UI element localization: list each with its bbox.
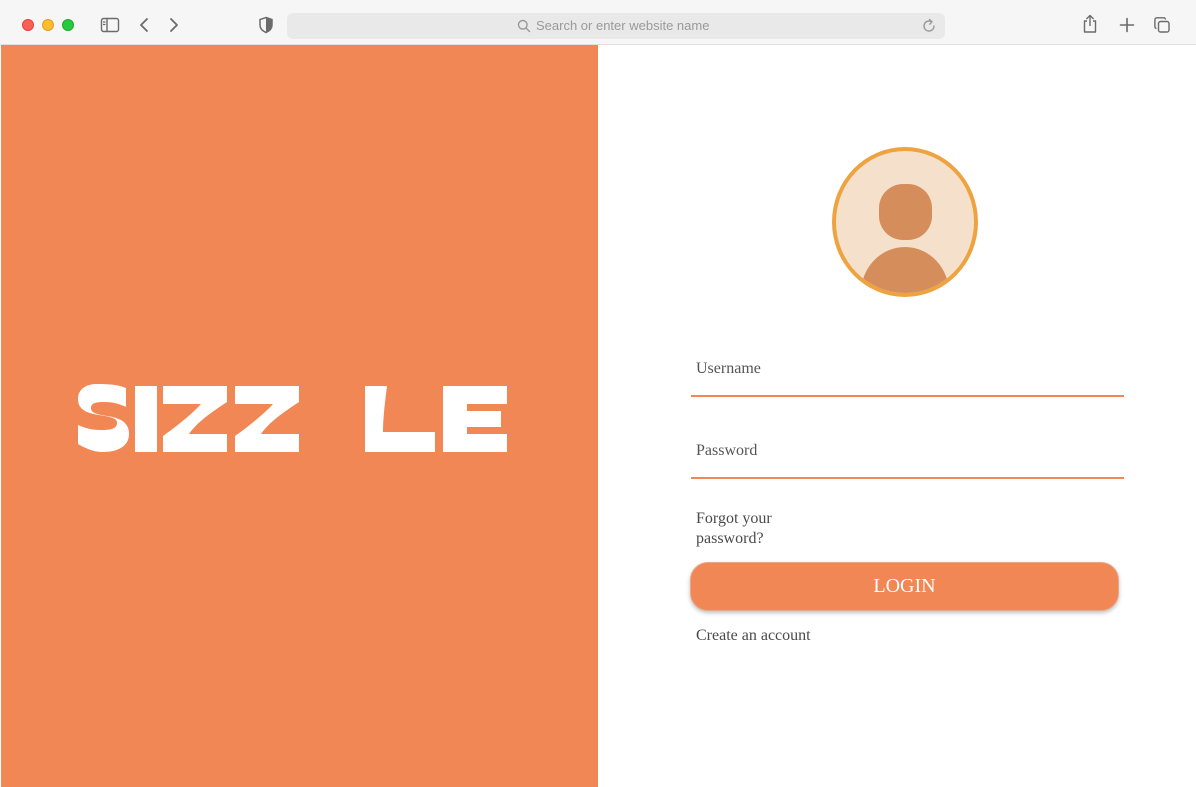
user-avatar-icon	[832, 147, 978, 297]
create-account-link[interactable]: Create an account	[696, 627, 811, 645]
share-icon[interactable]	[1080, 13, 1100, 35]
forward-icon[interactable]	[166, 14, 182, 36]
username-input[interactable]	[696, 357, 1116, 381]
forgot-password-line2: password?	[696, 530, 764, 547]
close-window-button[interactable]	[22, 19, 34, 31]
login-button[interactable]: LOGIN	[690, 562, 1119, 611]
login-panel: Forgot your password? LOGIN Create an ac…	[598, 45, 1196, 787]
search-icon	[517, 19, 531, 38]
password-field	[691, 429, 1124, 479]
brand-panel	[1, 45, 598, 787]
reload-icon[interactable]	[920, 17, 938, 40]
username-field	[691, 347, 1124, 397]
zoom-window-button[interactable]	[62, 19, 74, 31]
address-bar[interactable]: Search or enter website name	[287, 13, 945, 39]
forgot-password-link[interactable]: Forgot your password?	[696, 509, 806, 549]
new-tab-icon[interactable]	[1117, 14, 1137, 36]
sidebar-icon[interactable]	[99, 14, 121, 36]
shield-icon[interactable]	[257, 14, 275, 36]
browser-toolbar: Search or enter website name	[0, 0, 1196, 45]
minimize-window-button[interactable]	[42, 19, 54, 31]
sizzle-logo	[77, 382, 509, 461]
forgot-password-line1: Forgot your	[696, 510, 772, 527]
password-input[interactable]	[696, 439, 1116, 463]
back-icon[interactable]	[136, 14, 152, 36]
tabs-overview-icon[interactable]	[1152, 14, 1172, 36]
address-placeholder: Search or enter website name	[536, 18, 710, 33]
